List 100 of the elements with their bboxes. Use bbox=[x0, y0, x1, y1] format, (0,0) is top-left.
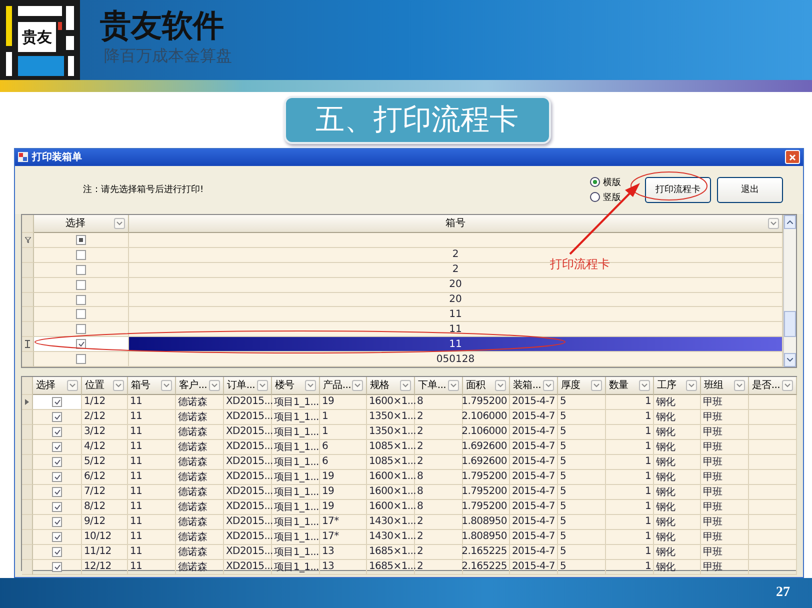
row-checkbox[interactable] bbox=[76, 309, 86, 320]
row-checkbox[interactable] bbox=[76, 264, 86, 275]
row-checkbox[interactable] bbox=[76, 280, 86, 290]
dropdown-button[interactable] bbox=[768, 218, 779, 229]
column-header[interactable]: 箱号 bbox=[128, 376, 176, 395]
row-checkbox[interactable] bbox=[52, 412, 62, 422]
chevron-down-icon bbox=[593, 382, 600, 388]
dropdown-button[interactable] bbox=[495, 380, 506, 391]
row-checkbox[interactable] bbox=[76, 339, 86, 350]
orientation-radio[interactable]: 竖版 bbox=[590, 190, 621, 204]
table-cell: 1.795200 bbox=[463, 500, 510, 515]
row-checkbox[interactable] bbox=[52, 486, 62, 497]
table-cell: 050128 bbox=[129, 352, 783, 367]
row-checkbox[interactable] bbox=[52, 472, 62, 482]
column-header[interactable]: 位置 bbox=[82, 376, 128, 395]
dropdown-button[interactable] bbox=[400, 380, 411, 391]
scroll-thumb[interactable] bbox=[784, 310, 796, 337]
column-header[interactable]: 工序 bbox=[654, 376, 701, 395]
dialog-button[interactable]: 打印流程卡 bbox=[645, 176, 711, 203]
dropdown-button[interactable] bbox=[591, 380, 602, 391]
column-header[interactable]: 楼号 bbox=[272, 376, 320, 395]
checkmark-icon bbox=[54, 518, 60, 525]
checkmark-icon bbox=[54, 398, 60, 405]
row-checkbox[interactable] bbox=[52, 546, 62, 557]
row-checkbox[interactable] bbox=[52, 516, 62, 527]
column-header[interactable]: 数量 bbox=[606, 376, 654, 395]
dropdown-button[interactable] bbox=[686, 380, 697, 391]
chevron-down-icon bbox=[641, 382, 648, 388]
scroll-up-button[interactable] bbox=[784, 214, 796, 229]
row-checkbox[interactable] bbox=[52, 442, 62, 452]
dropdown-button[interactable] bbox=[257, 380, 268, 391]
checkmark-icon bbox=[54, 534, 60, 540]
table-cell: 钢化 bbox=[654, 410, 701, 425]
row-checkbox[interactable] bbox=[52, 502, 62, 512]
column-header[interactable]: 班组 bbox=[701, 376, 749, 395]
row-checkbox[interactable] bbox=[52, 396, 62, 407]
chevron-up-icon bbox=[787, 220, 793, 224]
column-header[interactable]: 规格 bbox=[367, 376, 415, 395]
dropdown-button[interactable] bbox=[209, 380, 220, 391]
column-header[interactable]: 产品... bbox=[320, 376, 367, 395]
dialog-button[interactable]: 退出 bbox=[717, 176, 783, 203]
row-header[interactable] bbox=[22, 394, 33, 410]
table-cell: 2015-4-7 bbox=[510, 410, 558, 425]
row-checkbox[interactable] bbox=[52, 562, 62, 572]
column-header[interactable]: 面积 bbox=[463, 376, 510, 395]
table-cell: 2 bbox=[415, 530, 463, 545]
dropdown-button[interactable] bbox=[114, 218, 125, 229]
table-cell: 甲班 bbox=[701, 560, 749, 575]
dropdown-button[interactable] bbox=[448, 380, 459, 391]
row-checkbox[interactable] bbox=[76, 294, 86, 305]
column-header[interactable]: 装箱... bbox=[510, 376, 558, 395]
table-cell: 11 bbox=[128, 470, 176, 485]
dropdown-button[interactable] bbox=[161, 380, 172, 391]
table-cell: 钢化 bbox=[654, 484, 701, 500]
row-header[interactable] bbox=[22, 337, 34, 352]
table-cell: 甲班 bbox=[701, 514, 749, 530]
row-checkbox[interactable] bbox=[76, 250, 86, 260]
chevron-down-icon bbox=[770, 220, 777, 226]
dropdown-button[interactable] bbox=[543, 380, 554, 391]
dropdown-button[interactable] bbox=[734, 380, 745, 391]
column-header[interactable]: 选择 bbox=[34, 214, 129, 233]
row-checkbox[interactable] bbox=[52, 456, 62, 467]
table-cell: XD2015... bbox=[224, 410, 272, 425]
scrollbar[interactable] bbox=[783, 214, 796, 367]
select-all-checkbox[interactable] bbox=[76, 234, 86, 245]
row-checkbox[interactable] bbox=[76, 354, 86, 364]
table-cell: 1 bbox=[606, 560, 654, 575]
dropdown-button[interactable] bbox=[113, 380, 124, 391]
table-cell: 项目1_1... bbox=[272, 560, 320, 575]
table-cell: 甲班 bbox=[701, 424, 749, 440]
dropdown-button[interactable] bbox=[352, 380, 363, 391]
dropdown-button[interactable] bbox=[639, 380, 650, 391]
scroll-down-button[interactable] bbox=[784, 352, 796, 367]
close-icon bbox=[789, 154, 796, 161]
column-header[interactable]: 订单... bbox=[224, 376, 272, 395]
filter-icon[interactable] bbox=[24, 236, 30, 243]
column-header[interactable]: 下单... bbox=[415, 376, 463, 395]
table-cell: 1 bbox=[606, 394, 654, 410]
column-header[interactable]: 是否... bbox=[749, 376, 797, 395]
column-header[interactable]: 选择 bbox=[33, 376, 82, 395]
column-header[interactable]: 厚度 bbox=[558, 376, 606, 395]
table-cell: 5/12 bbox=[82, 454, 128, 470]
close-button[interactable] bbox=[785, 150, 800, 164]
dropdown-button[interactable] bbox=[782, 380, 793, 391]
row-checkbox[interactable] bbox=[52, 426, 62, 437]
table-cell: 2015-4-7 bbox=[510, 470, 558, 485]
column-header[interactable]: 客户... bbox=[176, 376, 224, 395]
dropdown-button[interactable] bbox=[67, 380, 78, 391]
column-header[interactable]: 箱号 bbox=[129, 214, 783, 233]
orientation-radio[interactable]: 横版 bbox=[590, 176, 621, 189]
dropdown-button[interactable] bbox=[305, 380, 316, 391]
table-cell: 17* bbox=[320, 530, 367, 545]
row-checkbox[interactable] bbox=[52, 532, 62, 542]
filter-cell[interactable] bbox=[129, 232, 783, 248]
table-cell: 1.692600 bbox=[463, 454, 510, 470]
table-cell: 8 bbox=[415, 394, 463, 410]
row-checkbox[interactable] bbox=[76, 324, 86, 334]
table-cell: 项目1_1... bbox=[272, 410, 320, 425]
table-cell: 德诺森 bbox=[176, 394, 224, 410]
app-icon bbox=[18, 152, 28, 162]
